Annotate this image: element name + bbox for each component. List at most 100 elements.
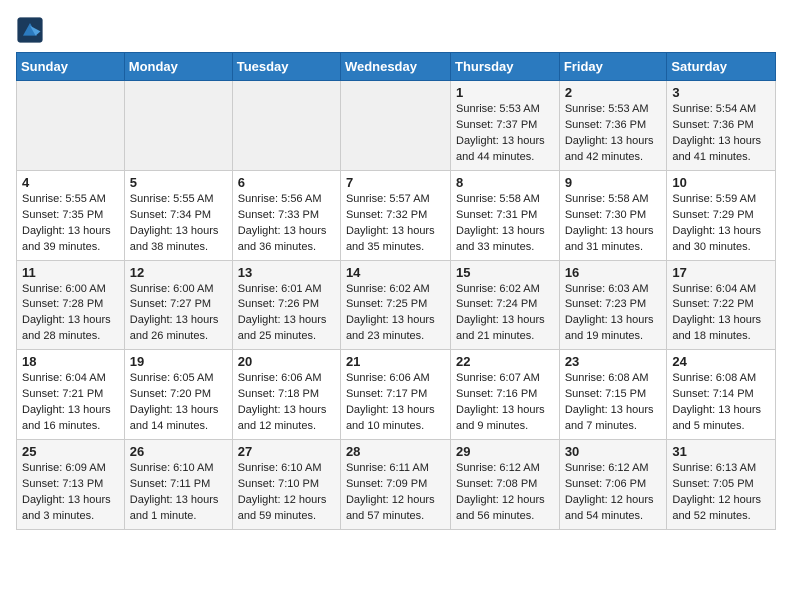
calendar-cell: 22 Sunrise: 6:07 AM Sunset: 7:16 PM Dayli…: [451, 350, 560, 440]
calendar-cell: 10 Sunrise: 5:59 AM Sunset: 7:29 PM Dayli…: [667, 170, 776, 260]
day-info: Sunrise: 5:56 AM Sunset: 7:33 PM Dayligh…: [238, 192, 335, 256]
day-number: 12: [130, 265, 227, 280]
calendar-cell: 12 Sunrise: 6:00 AM Sunset: 7:27 PM Dayli…: [124, 260, 232, 350]
calendar-cell: 20 Sunrise: 6:06 AM Sunset: 7:18 PM Dayli…: [232, 350, 340, 440]
day-info: Sunrise: 5:58 AM Sunset: 7:30 PM Dayligh…: [565, 192, 662, 256]
day-info: Sunrise: 6:09 AM Sunset: 7:13 PM Dayligh…: [22, 461, 119, 525]
day-number: 24: [672, 354, 770, 369]
day-number: 25: [22, 444, 119, 459]
day-number: 30: [565, 444, 662, 459]
day-info: Sunrise: 5:57 AM Sunset: 7:32 PM Dayligh…: [346, 192, 445, 256]
day-number: 9: [565, 175, 662, 190]
day-info: Sunrise: 5:55 AM Sunset: 7:34 PM Dayligh…: [130, 192, 227, 256]
calendar-cell: 23 Sunrise: 6:08 AM Sunset: 7:15 PM Dayli…: [559, 350, 667, 440]
calendar-cell: 3 Sunrise: 5:54 AM Sunset: 7:36 PM Daylig…: [667, 81, 776, 171]
day-number: 3: [672, 85, 770, 100]
calendar-cell: [232, 81, 340, 171]
calendar-table: SundayMondayTuesdayWednesdayThursdayFrid…: [16, 52, 776, 530]
calendar-cell: 6 Sunrise: 5:56 AM Sunset: 7:33 PM Daylig…: [232, 170, 340, 260]
day-info: Sunrise: 6:12 AM Sunset: 7:08 PM Dayligh…: [456, 461, 554, 525]
page-header: [16, 16, 776, 44]
calendar-cell: 28Sunrise: 6:11 AM Sunset: 7:09 PM Dayli…: [340, 440, 450, 530]
day-number: 23: [565, 354, 662, 369]
weekday-header: Saturday: [667, 53, 776, 81]
day-number: 1: [456, 85, 554, 100]
day-number: 19: [130, 354, 227, 369]
day-number: 14: [346, 265, 445, 280]
day-info: Sunrise: 6:04 AM Sunset: 7:22 PM Dayligh…: [672, 282, 770, 346]
day-info: Sunrise: 6:07 AM Sunset: 7:16 PM Dayligh…: [456, 371, 554, 435]
day-info: Sunrise: 6:05 AM Sunset: 7:20 PM Dayligh…: [130, 371, 227, 435]
calendar-cell: 29 Sunrise: 6:12 AM Sunset: 7:08 PM Dayli…: [451, 440, 560, 530]
calendar-cell: 24 Sunrise: 6:08 AM Sunset: 7:14 PM Dayli…: [667, 350, 776, 440]
day-info: Sunrise: 6:02 AM Sunset: 7:24 PM Dayligh…: [456, 282, 554, 346]
day-info: Sunrise: 5:54 AM Sunset: 7:36 PM Dayligh…: [672, 102, 770, 166]
day-info: Sunrise: 6:00 AM Sunset: 7:27 PM Dayligh…: [130, 282, 227, 346]
calendar-cell: 31 Sunrise: 6:13 AM Sunset: 7:05 PM Dayli…: [667, 440, 776, 530]
day-info: Sunrise: 6:11 AM Sunset: 7:09 PM Dayligh…: [346, 461, 445, 525]
calendar-cell: 18 Sunrise: 6:04 AM Sunset: 7:21 PM Dayli…: [17, 350, 125, 440]
calendar-cell: 11 Sunrise: 6:00 AM Sunset: 7:28 PM Dayli…: [17, 260, 125, 350]
weekday-header: Friday: [559, 53, 667, 81]
day-number: 8: [456, 175, 554, 190]
day-number: 10: [672, 175, 770, 190]
day-number: 13: [238, 265, 335, 280]
weekday-header: Wednesday: [340, 53, 450, 81]
day-number: 16: [565, 265, 662, 280]
day-info: Sunrise: 6:13 AM Sunset: 7:05 PM Dayligh…: [672, 461, 770, 525]
weekday-header: Tuesday: [232, 53, 340, 81]
day-info: Sunrise: 6:06 AM Sunset: 7:18 PM Dayligh…: [238, 371, 335, 435]
day-number: 17: [672, 265, 770, 280]
calendar-cell: 5 Sunrise: 5:55 AM Sunset: 7:34 PM Daylig…: [124, 170, 232, 260]
day-number: 7: [346, 175, 445, 190]
day-number: 29: [456, 444, 554, 459]
calendar-cell: 9 Sunrise: 5:58 AM Sunset: 7:30 PM Daylig…: [559, 170, 667, 260]
day-number: 18: [22, 354, 119, 369]
day-info: Sunrise: 5:53 AM Sunset: 7:36 PM Dayligh…: [565, 102, 662, 166]
calendar-cell: 19 Sunrise: 6:05 AM Sunset: 7:20 PM Dayli…: [124, 350, 232, 440]
calendar-cell: 2 Sunrise: 5:53 AM Sunset: 7:36 PM Daylig…: [559, 81, 667, 171]
calendar-cell: 26 Sunrise: 6:10 AM Sunset: 7:11 PM Dayli…: [124, 440, 232, 530]
calendar-cell: 30 Sunrise: 6:12 AM Sunset: 7:06 PM Dayli…: [559, 440, 667, 530]
day-info: Sunrise: 5:58 AM Sunset: 7:31 PM Dayligh…: [456, 192, 554, 256]
day-number: 4: [22, 175, 119, 190]
calendar-cell: 1 Sunrise: 5:53 AM Sunset: 7:37 PM Daylig…: [451, 81, 560, 171]
calendar-cell: 8 Sunrise: 5:58 AM Sunset: 7:31 PM Daylig…: [451, 170, 560, 260]
day-number: 27: [238, 444, 335, 459]
weekday-header: Sunday: [17, 53, 125, 81]
calendar-cell: 15Sunrise: 6:02 AM Sunset: 7:24 PM Dayli…: [451, 260, 560, 350]
day-info: Sunrise: 6:01 AM Sunset: 7:26 PM Dayligh…: [238, 282, 335, 346]
day-info: Sunrise: 6:08 AM Sunset: 7:15 PM Dayligh…: [565, 371, 662, 435]
calendar-cell: [124, 81, 232, 171]
logo-icon: [16, 16, 44, 44]
day-info: Sunrise: 6:12 AM Sunset: 7:06 PM Dayligh…: [565, 461, 662, 525]
day-number: 21: [346, 354, 445, 369]
weekday-header: Thursday: [451, 53, 560, 81]
calendar-cell: 25 Sunrise: 6:09 AM Sunset: 7:13 PM Dayli…: [17, 440, 125, 530]
day-info: Sunrise: 6:00 AM Sunset: 7:28 PM Dayligh…: [22, 282, 119, 346]
calendar-cell: 27 Sunrise: 6:10 AM Sunset: 7:10 PM Dayli…: [232, 440, 340, 530]
day-info: Sunrise: 5:59 AM Sunset: 7:29 PM Dayligh…: [672, 192, 770, 256]
calendar-cell: 7 Sunrise: 5:57 AM Sunset: 7:32 PM Daylig…: [340, 170, 450, 260]
day-number: 2: [565, 85, 662, 100]
calendar-cell: [17, 81, 125, 171]
day-info: Sunrise: 5:53 AM Sunset: 7:37 PM Dayligh…: [456, 102, 554, 166]
calendar-cell: 4Sunrise: 5:55 AM Sunset: 7:35 PM Daylig…: [17, 170, 125, 260]
day-info: Sunrise: 6:10 AM Sunset: 7:11 PM Dayligh…: [130, 461, 227, 525]
calendar-cell: 14 Sunrise: 6:02 AM Sunset: 7:25 PM Dayli…: [340, 260, 450, 350]
day-info: Sunrise: 6:10 AM Sunset: 7:10 PM Dayligh…: [238, 461, 335, 525]
day-number: 20: [238, 354, 335, 369]
day-number: 6: [238, 175, 335, 190]
day-number: 22: [456, 354, 554, 369]
calendar-cell: 17 Sunrise: 6:04 AM Sunset: 7:22 PM Dayli…: [667, 260, 776, 350]
day-number: 11: [22, 265, 119, 280]
day-number: 31: [672, 444, 770, 459]
calendar-cell: 21 Sunrise: 6:06 AM Sunset: 7:17 PM Dayli…: [340, 350, 450, 440]
day-info: Sunrise: 6:03 AM Sunset: 7:23 PM Dayligh…: [565, 282, 662, 346]
day-info: Sunrise: 6:04 AM Sunset: 7:21 PM Dayligh…: [22, 371, 119, 435]
day-info: Sunrise: 6:06 AM Sunset: 7:17 PM Dayligh…: [346, 371, 445, 435]
day-number: 26: [130, 444, 227, 459]
day-info: Sunrise: 6:02 AM Sunset: 7:25 PM Dayligh…: [346, 282, 445, 346]
day-info: Sunrise: 6:08 AM Sunset: 7:14 PM Dayligh…: [672, 371, 770, 435]
day-number: 5: [130, 175, 227, 190]
